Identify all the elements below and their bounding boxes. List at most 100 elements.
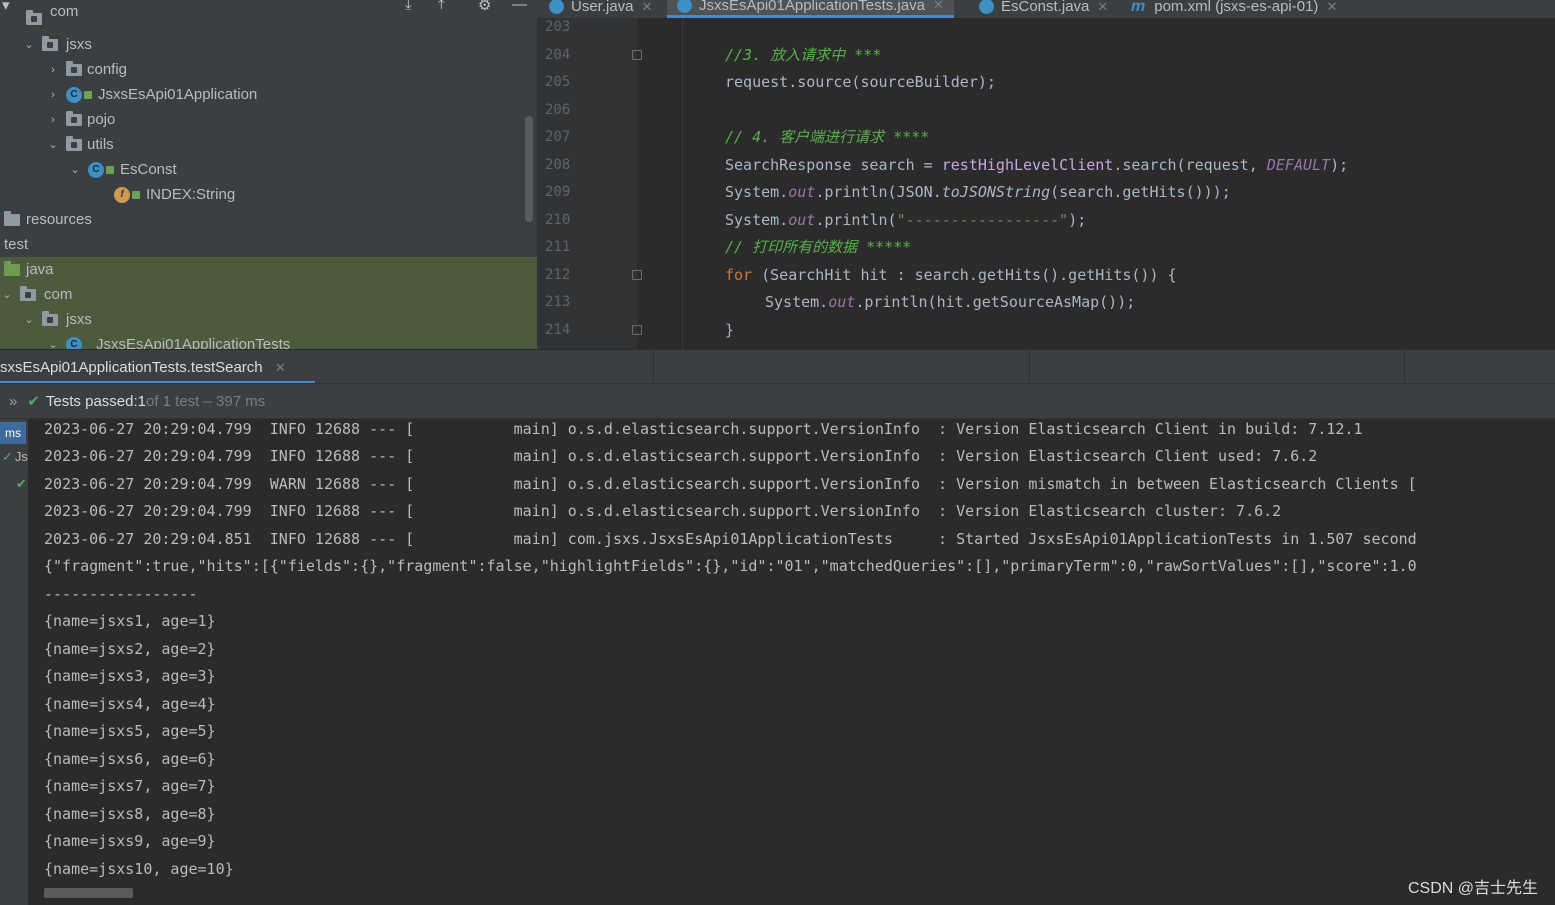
code-text: request.source(sourceBuilder);: [725, 73, 996, 91]
tree-item-com-test[interactable]: ⌄ com: [0, 282, 537, 307]
code-static-field: out: [788, 211, 816, 229]
tree-item-utils[interactable]: ⌄ utils: [0, 132, 537, 157]
tree-item-resources[interactable]: resources: [0, 207, 537, 232]
code-line[interactable]: request.source(sourceBuilder);: [725, 69, 996, 96]
tree-item-label: jsxs: [66, 36, 92, 53]
code-text: .println(JSON.: [815, 183, 942, 201]
tree-item-label: INDEX:String: [146, 186, 236, 203]
code-line[interactable]: //3. 放入请求中 ***: [725, 42, 881, 69]
chevron-down-icon[interactable]: ⌄: [22, 38, 36, 51]
code-line[interactable]: System.out.println(JSON.toJSONString(sea…: [725, 179, 1231, 206]
folder-icon: [66, 135, 82, 151]
lock-icon: [84, 90, 92, 99]
fold-marker-icon[interactable]: [632, 325, 642, 335]
folder-icon: [42, 310, 58, 326]
tree-item-label: JsxsEsApi01ApplicationTests: [96, 336, 291, 349]
console-line: {name=jsxs10, age=10}: [44, 860, 234, 878]
code-line[interactable]: SearchResponse search = restHighLevelCli…: [725, 152, 1348, 179]
code-line[interactable]: System.out.println(hit.getSourceAsMap())…: [765, 289, 1135, 316]
console-line: {name=jsxs6, age=6}: [44, 750, 216, 768]
console-line: {"fragment":true,"hits":[{"fields":{},"f…: [44, 557, 1417, 575]
line-number: 206: [545, 102, 571, 118]
close-icon[interactable]: ✕: [1097, 0, 1108, 15]
chevron-down-icon[interactable]: ⌄: [46, 338, 60, 349]
tree-item-jsxs[interactable]: ⌄ jsxs: [0, 32, 537, 57]
class-icon: C: [66, 336, 82, 349]
double-chevron-right-icon[interactable]: »: [9, 393, 17, 410]
class-icon: [677, 0, 692, 13]
chevron-down-icon[interactable]: ⌄: [46, 138, 60, 151]
tests-passed-label: Tests passed:: [45, 392, 138, 410]
code-field: restHighLevelClient: [941, 156, 1114, 174]
test-tree-sidebar: ms ✓ Js ✔: [0, 419, 28, 905]
code-comment: // 打印所有的数据 *****: [725, 238, 912, 256]
console-output[interactable]: 2023-06-27 20:29:04.799 INFO 12688 --- […: [28, 419, 1555, 905]
tree-item-esconst[interactable]: ⌄ C EsConst: [0, 157, 537, 182]
tree-item-pojo[interactable]: › pojo: [0, 107, 537, 132]
code-static-field: out: [788, 183, 816, 201]
code-text: SearchResponse search =: [725, 156, 942, 174]
code-line[interactable]: // 打印所有的数据 *****: [725, 234, 911, 261]
test-tree-item[interactable]: ✓ Js: [2, 449, 28, 465]
code-text: .println(: [815, 211, 897, 229]
watermark: CSDN @吉士先生: [1407, 880, 1538, 897]
test-duration-badge[interactable]: ms: [0, 422, 26, 444]
code-line[interactable]: System.out.println("-----------------");: [725, 207, 1086, 234]
tree-item-label: pojo: [87, 111, 116, 128]
tab-run-configuration[interactable]: sxsEsApi01ApplicationTests.testSearch ✕: [0, 350, 315, 384]
close-icon[interactable]: ✕: [1326, 0, 1337, 15]
console-horizontal-scrollbar[interactable]: [44, 888, 133, 898]
field-icon: f: [114, 186, 130, 203]
tree-item-label: utils: [87, 136, 114, 153]
close-icon[interactable]: ✕: [275, 360, 286, 375]
tree-item-jsxs-test[interactable]: ⌄ jsxs: [0, 307, 537, 332]
tab-esconst-java[interactable]: EsConst.java ✕: [979, 0, 1108, 18]
tab-pom-xml[interactable]: m pom.xml (jsxs-es-api-01) ✕: [1131, 0, 1337, 18]
run-tab-label: sxsEsApi01ApplicationTests.testSearch: [0, 359, 263, 376]
code-static-field: DEFAULT: [1266, 156, 1331, 174]
console-line: {name=jsxs8, age=8}: [44, 805, 216, 823]
maven-icon: m: [1131, 0, 1146, 15]
close-icon[interactable]: ✕: [933, 0, 944, 13]
line-number: 205: [545, 74, 571, 90]
chevron-down-icon[interactable]: ⌄: [68, 163, 82, 176]
fold-marker-icon[interactable]: [632, 50, 642, 60]
chevron-down-icon[interactable]: ⌄: [22, 313, 36, 326]
tree-item-label: jsxs: [66, 311, 92, 328]
console-line: 2023-06-27 20:29:04.851 INFO 12688 --- […: [44, 530, 1417, 548]
chevron-right-icon[interactable]: ›: [46, 89, 60, 101]
tree-item-index-field[interactable]: f INDEX:String: [0, 182, 537, 207]
code-line[interactable]: // 4. 客户端进行请求 ****: [725, 124, 929, 151]
tree-item-test[interactable]: test: [0, 232, 537, 257]
tree-item-label: resources: [26, 211, 92, 228]
code-text: (SearchHit hit : search.getHits().getHit…: [752, 266, 1177, 284]
resources-folder-icon: [4, 210, 20, 226]
close-icon[interactable]: ✕: [642, 0, 653, 15]
check-icon: ✓: [2, 449, 13, 464]
divider: [653, 350, 654, 384]
line-number: 203: [545, 19, 571, 35]
code-line[interactable]: for (SearchHit hit : search.getHits().ge…: [725, 262, 1177, 289]
console-line: {name=jsxs4, age=4}: [44, 695, 216, 713]
tree-item-config[interactable]: › config: [0, 57, 537, 82]
console-line: {name=jsxs7, age=7}: [44, 777, 216, 795]
project-tree-panel: ▾ ⤓ ⤒ ⚙ — com ⌄ jsxs › config › C JsxsEs…: [0, 0, 537, 349]
chevron-right-icon[interactable]: ›: [46, 114, 60, 126]
chevron-down-icon[interactable]: ⌄: [0, 288, 14, 301]
tree-item-com[interactable]: com: [0, 3, 537, 31]
code-text: System.: [725, 183, 789, 201]
tab-application-tests[interactable]: JsxsEsApi01ApplicationTests.java ✕: [667, 0, 954, 18]
tree-item-application-tests[interactable]: ⌄ C JsxsEsApi01ApplicationTests: [0, 332, 537, 349]
tree-item-application[interactable]: › C JsxsEsApi01Application: [0, 82, 537, 107]
tree-item-java[interactable]: java: [0, 257, 537, 282]
gutter-divider: [682, 18, 683, 349]
code-line[interactable]: }: [725, 317, 734, 344]
fold-marker-icon[interactable]: [632, 270, 642, 280]
project-scrollbar[interactable]: [525, 116, 533, 222]
console-line: {name=jsxs9, age=9}: [44, 832, 216, 850]
line-number: 213: [545, 294, 571, 310]
chevron-right-icon[interactable]: ›: [46, 64, 60, 76]
folder-icon: [42, 35, 58, 51]
console-line: {name=jsxs1, age=1}: [44, 612, 216, 630]
class-icon: [979, 0, 994, 14]
